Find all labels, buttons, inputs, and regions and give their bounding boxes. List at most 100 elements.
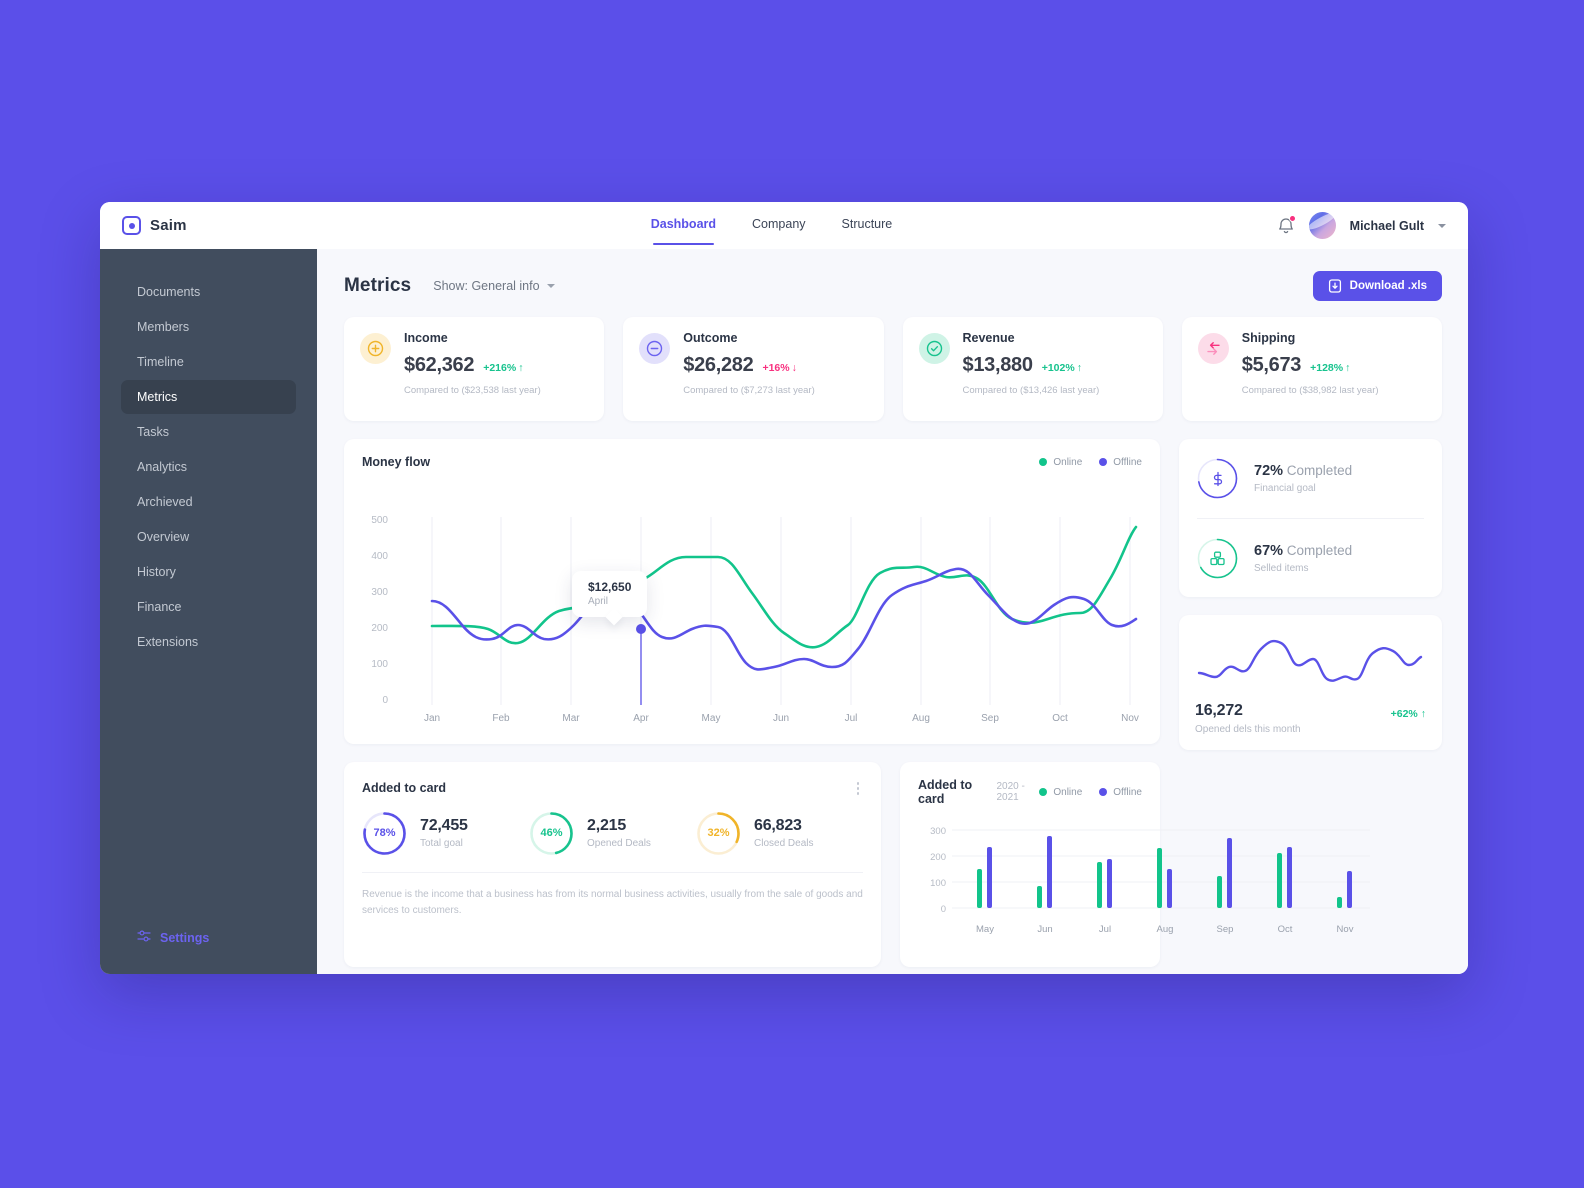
goal-headline: 67% Completed xyxy=(1254,543,1352,559)
svg-text:200: 200 xyxy=(930,852,946,863)
nav-item-structure[interactable]: Structure xyxy=(842,217,893,245)
arrow-up-icon: ↑ xyxy=(1420,708,1426,720)
kpi-delta-text: +216% xyxy=(483,362,517,374)
bars-jul xyxy=(1097,859,1112,908)
svg-text:Sep: Sep xyxy=(1217,924,1234,935)
sidebar-item-settings[interactable]: Settings xyxy=(100,929,317,974)
y-tick-100: 100 xyxy=(371,659,388,670)
sidebar-item-members[interactable]: Members xyxy=(121,310,296,344)
minus-circle-icon xyxy=(639,333,671,364)
kpi-sub: Compared to ($38,982 last year) xyxy=(1241,385,1379,396)
ring-stat-total-goal: 78% 72,455 Total goal xyxy=(362,811,529,856)
goal-row-financial: 72% Completed Financial goal xyxy=(1197,439,1424,518)
svg-text:Jul: Jul xyxy=(1099,924,1111,935)
sidebar-item-metrics[interactable]: Metrics xyxy=(121,380,296,414)
kpi-delta: +16% ↓ xyxy=(762,362,796,374)
x-tick-may: May xyxy=(701,713,721,724)
chevron-down-icon[interactable] xyxy=(1438,223,1446,228)
ring-stat-opened-deals: 46% 2,215 Opened Deals xyxy=(529,811,696,856)
sidebar-item-tasks[interactable]: Tasks xyxy=(121,415,296,449)
tooltip-label: April xyxy=(588,596,609,607)
y-tick-500: 500 xyxy=(371,515,388,526)
added-right-legend: Online Offline xyxy=(1039,787,1142,798)
opened-deals-delta: +62% ↑ xyxy=(1391,708,1426,720)
added-left-header: Added to card xyxy=(344,762,881,799)
kpi-delta: +102% ↑ xyxy=(1042,362,1082,374)
ring-value: 72,455 xyxy=(420,817,468,834)
page-header: Metrics Show: General info Download .xls xyxy=(344,271,1442,301)
sidebar-item-documents[interactable]: Documents xyxy=(121,275,296,309)
arrow-down-icon: ↓ xyxy=(791,362,797,374)
sidebar-menu: Documents Members Timeline Metrics Tasks… xyxy=(100,275,317,660)
plus-circle-icon xyxy=(360,333,391,364)
app-body: Documents Members Timeline Metrics Tasks… xyxy=(100,249,1468,974)
sidebar-item-history[interactable]: History xyxy=(121,555,296,589)
bell-icon[interactable] xyxy=(1277,215,1296,235)
legend-item-online: Online xyxy=(1039,787,1082,798)
kpi-label: Income xyxy=(404,331,448,345)
sidebar-item-overview[interactable]: Overview xyxy=(121,520,296,554)
x-tick-jun: Jun xyxy=(772,713,790,724)
goal-status: Completed xyxy=(1286,463,1353,478)
show-filter-label: Show: General info xyxy=(433,279,540,293)
money-flow-plot xyxy=(430,517,1138,705)
kpi-label: Shipping xyxy=(1241,331,1296,345)
kebab-menu-icon[interactable] xyxy=(853,778,864,799)
legend-label: Online xyxy=(1053,786,1083,798)
sidebar-item-extensions[interactable]: Extensions xyxy=(121,625,296,659)
y-tick-400: 400 xyxy=(371,551,388,562)
sidebar-item-timeline[interactable]: Timeline xyxy=(121,345,296,379)
legend-item-online: Online xyxy=(1039,457,1082,468)
sidebar: Documents Members Timeline Metrics Tasks… xyxy=(100,249,317,974)
show-filter-dropdown[interactable]: Show: General info xyxy=(433,279,555,293)
goals-card: 72% Completed Financial goal 67% Complet… xyxy=(1179,439,1442,597)
kpi-value: $26,282 xyxy=(683,354,754,376)
camera-square-icon xyxy=(122,216,141,235)
y-tick-200: 200 xyxy=(371,623,388,634)
sidebar-item-analytics[interactable]: Analytics xyxy=(121,450,296,484)
kpi-delta: +216% ↑ xyxy=(483,362,523,374)
x-tick-sep: Sep xyxy=(981,713,999,724)
kpi-value: $62,362 xyxy=(404,354,475,376)
tooltip-value: $12,650 xyxy=(588,580,632,594)
kpi-card-shipping: Shipping $5,673 +128% ↑ Compared to ($38… xyxy=(1181,317,1442,421)
tooltip-marker-dot[interactable] xyxy=(636,624,646,634)
goal-status: Completed xyxy=(1286,542,1353,558)
kpi-value: $13,880 xyxy=(962,354,1034,376)
nav-item-dashboard[interactable]: Dashboard xyxy=(651,217,716,245)
ring-stats: 78% 72,455 Total goal 46% 2,215 Opened D… xyxy=(344,799,881,856)
nav-item-company[interactable]: Company xyxy=(752,217,806,245)
top-bar: Saim Dashboard Company Structure Michael… xyxy=(100,202,1468,249)
goal-row-selled-items: 67% Completed Selled items xyxy=(1197,518,1424,597)
opened-deals-sub: Opened dels this month xyxy=(1195,724,1301,735)
goal-headline: 72% Completed xyxy=(1254,463,1352,479)
avatar[interactable] xyxy=(1308,212,1336,239)
sidebar-item-archieved[interactable]: Archieved xyxy=(121,485,296,519)
kpi-card-outcome: Outcome $26,282 +16% ↓ Compared to ($7,2… xyxy=(623,317,884,421)
kpi-delta-text: +16% xyxy=(762,362,790,374)
legend-item-offline: Offline xyxy=(1099,457,1142,468)
y-tick-300: 300 xyxy=(371,587,388,598)
brand[interactable]: Saim xyxy=(122,216,312,235)
kpi-row: Income $62,362 +216% ↑ Compared to ($23,… xyxy=(344,317,1442,421)
bottom-row: Added to card 78% 72,455 Total goal 46% … xyxy=(344,762,1370,967)
arrow-up-icon: ↑ xyxy=(1345,362,1351,374)
svg-text:May: May xyxy=(976,924,994,935)
settings-label: Settings xyxy=(160,930,210,945)
download-xls-label: Download .xls xyxy=(1349,280,1427,292)
sidebar-item-finance[interactable]: Finance xyxy=(121,590,296,624)
sparkline-chart xyxy=(1197,639,1423,682)
added-left-title: Added to card xyxy=(362,781,447,796)
x-tick-mar: Mar xyxy=(562,713,580,724)
added-right-title: Added to card xyxy=(918,778,973,806)
series-online-line xyxy=(430,525,1138,649)
ring-label: Closed Deals xyxy=(754,838,814,849)
svg-text:Oct: Oct xyxy=(1278,924,1293,935)
added-to-card-left: Added to card 78% 72,455 Total goal 46% … xyxy=(344,762,881,967)
download-icon xyxy=(1328,279,1342,293)
money-flow-chart: 500 400 300 200 100 0 $12,650 April Jan … xyxy=(362,473,1142,724)
kpi-delta-text: +128% xyxy=(1310,362,1344,374)
download-xls-button[interactable]: Download .xls xyxy=(1312,271,1442,301)
kpi-delta: +128% ↑ xyxy=(1310,362,1350,374)
opened-deals-delta-text: +62% xyxy=(1390,708,1418,720)
